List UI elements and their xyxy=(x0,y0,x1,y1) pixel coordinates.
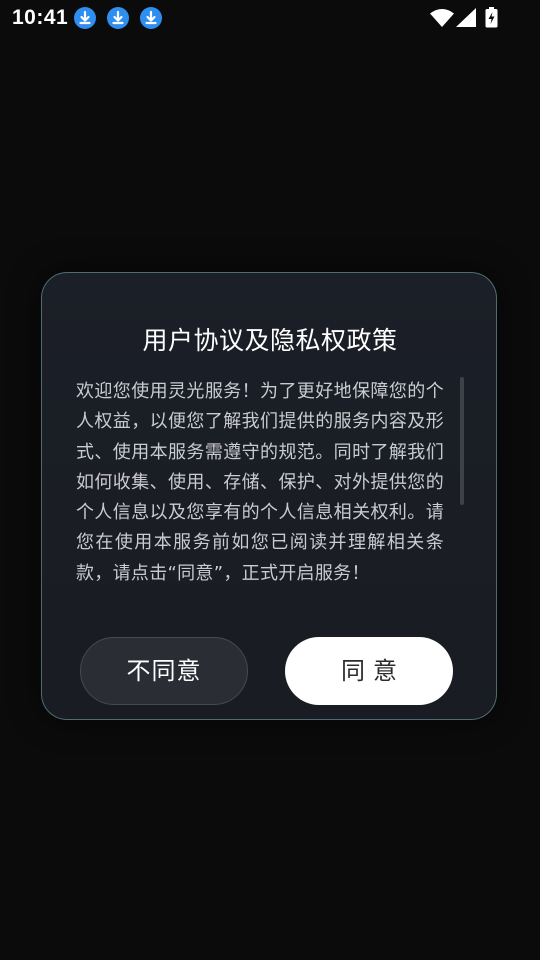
download-icon xyxy=(107,7,129,29)
download-icon xyxy=(140,7,162,29)
battery-charging-icon xyxy=(485,7,498,28)
wifi-icon xyxy=(430,9,454,27)
agree-button[interactable]: 同意 xyxy=(285,637,453,705)
download-icon xyxy=(74,7,96,29)
privacy-dialog: 用户协议及隐私权政策 欢迎您使用灵光服务！为了更好地保障您的个人权益，以便您了解… xyxy=(41,272,497,720)
dialog-title: 用户协议及隐私权政策 xyxy=(142,326,398,355)
disagree-button[interactable]: 不同意 xyxy=(80,637,248,705)
dialog-scrollbar[interactable] xyxy=(460,377,464,505)
signal-icon xyxy=(456,8,476,27)
status-time: 10:41 xyxy=(12,6,69,29)
dialog-body-text[interactable]: 欢迎您使用灵光服务！为了更好地保障您的个人权益，以便您了解我们提供的服务内容及形… xyxy=(76,377,444,621)
status-bar: 10:41 xyxy=(0,0,540,36)
